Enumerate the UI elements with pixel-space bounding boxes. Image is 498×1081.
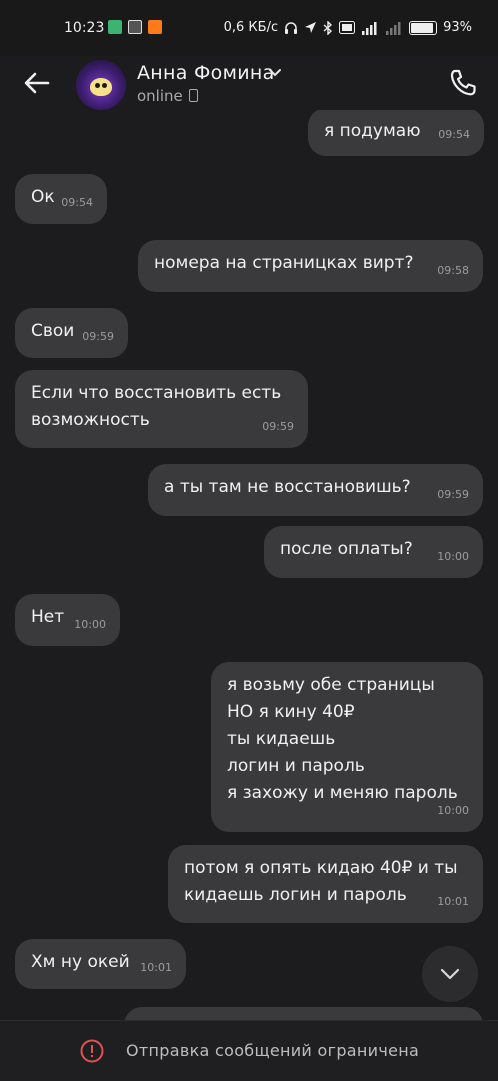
message-text: Хм ну окей [31, 952, 130, 972]
signal-icon [386, 21, 401, 35]
message-text: потом я опять кидаю 40₽ и ты кидаешь лог… [184, 858, 458, 905]
message-text: Ок [31, 187, 55, 207]
bluetooth-icon [323, 20, 333, 35]
restriction-notice: Отправка сообщений ограничена [126, 1041, 420, 1060]
message-outgoing[interactable]: номера на страницках вирт? 09:58 [138, 240, 483, 292]
message-outgoing[interactable]: я подумаю 09:54 [308, 110, 484, 156]
message-outgoing[interactable]: я возьму обе страницы НО я кину 40₽ ты к… [211, 662, 483, 832]
message-time: 10:01 [140, 961, 172, 974]
notification-icons [108, 20, 162, 34]
chat-header: Анна Фомина online [0, 56, 498, 110]
message-time: 09:54 [438, 128, 470, 141]
battery-percent: 93% [443, 20, 472, 35]
message-incoming[interactable]: Свои 09:59 [15, 308, 128, 358]
volte-icon [339, 21, 356, 34]
message-incoming[interactable]: Хм ну окей 10:01 [15, 939, 186, 989]
message-outgoing[interactable]: а ты там не восстановишь? 09:59 [148, 464, 483, 516]
message-time: 09:58 [437, 264, 469, 277]
message-text: я подумаю [324, 121, 421, 141]
signal-icon [362, 21, 377, 35]
app-notification-icon [148, 20, 162, 34]
app-notification-icon [108, 20, 122, 34]
back-arrow-icon[interactable] [20, 66, 54, 100]
phone-call-icon[interactable] [446, 66, 480, 100]
message-list[interactable]: я подумаю 09:54 Ок 09:54 номера на стран… [0, 110, 498, 1020]
status-bar: 10:23 0,6 КБ/с 93% [0, 0, 498, 56]
message-time: 09:59 [262, 420, 294, 433]
network-speed: 0,6 КБ/с [223, 20, 279, 35]
message-time: 09:59 [437, 488, 469, 501]
message-incoming[interactable]: Ок 09:54 [15, 174, 107, 224]
message-incoming[interactable]: Нет 10:00 [15, 594, 120, 646]
message-time: 10:00 [437, 550, 469, 563]
message-time: 10:01 [437, 895, 469, 908]
system-status: 0,6 КБ/с 93% [224, 20, 472, 35]
location-icon [305, 22, 317, 33]
message-time: 09:54 [61, 196, 93, 209]
chevron-down-icon[interactable] [268, 68, 282, 78]
warning-icon [80, 1039, 104, 1063]
contact-name[interactable]: Анна Фомина [137, 62, 275, 84]
message-text: Нет [31, 607, 65, 627]
message-time: 09:59 [82, 330, 114, 343]
headphones-icon [285, 21, 298, 34]
message-outgoing[interactable]: после оплаты? 10:00 [264, 526, 483, 578]
battery-icon [409, 20, 438, 35]
mobile-icon [188, 89, 198, 102]
message-text: я возьму обе страницы НО я кину 40₽ ты к… [227, 675, 458, 803]
message-time: 10:00 [437, 804, 469, 817]
message-text: Свои [31, 321, 75, 341]
message-time: 10:00 [74, 618, 106, 631]
clock: 10:23 [64, 20, 105, 36]
message-text: номера на страницках вирт? [154, 253, 414, 273]
contact-status: online [137, 87, 198, 105]
message-text: Если что восстановить есть возможность [31, 383, 282, 430]
app-notification-icon [128, 20, 142, 34]
message-text: а ты там не восстановишь? [164, 477, 411, 497]
message-incoming[interactable]: Если что восстановить есть возможность 0… [15, 370, 308, 448]
message-outgoing-partial[interactable] [124, 1007, 483, 1020]
chevron-down-icon [440, 968, 460, 980]
avatar[interactable] [76, 60, 126, 110]
composer-restricted-bar: Отправка сообщений ограничена [0, 1020, 498, 1081]
message-outgoing[interactable]: потом я опять кидаю 40₽ и ты кидаешь лог… [168, 845, 483, 923]
message-text: после оплаты? [280, 539, 413, 559]
scroll-down-button[interactable] [422, 946, 478, 1002]
